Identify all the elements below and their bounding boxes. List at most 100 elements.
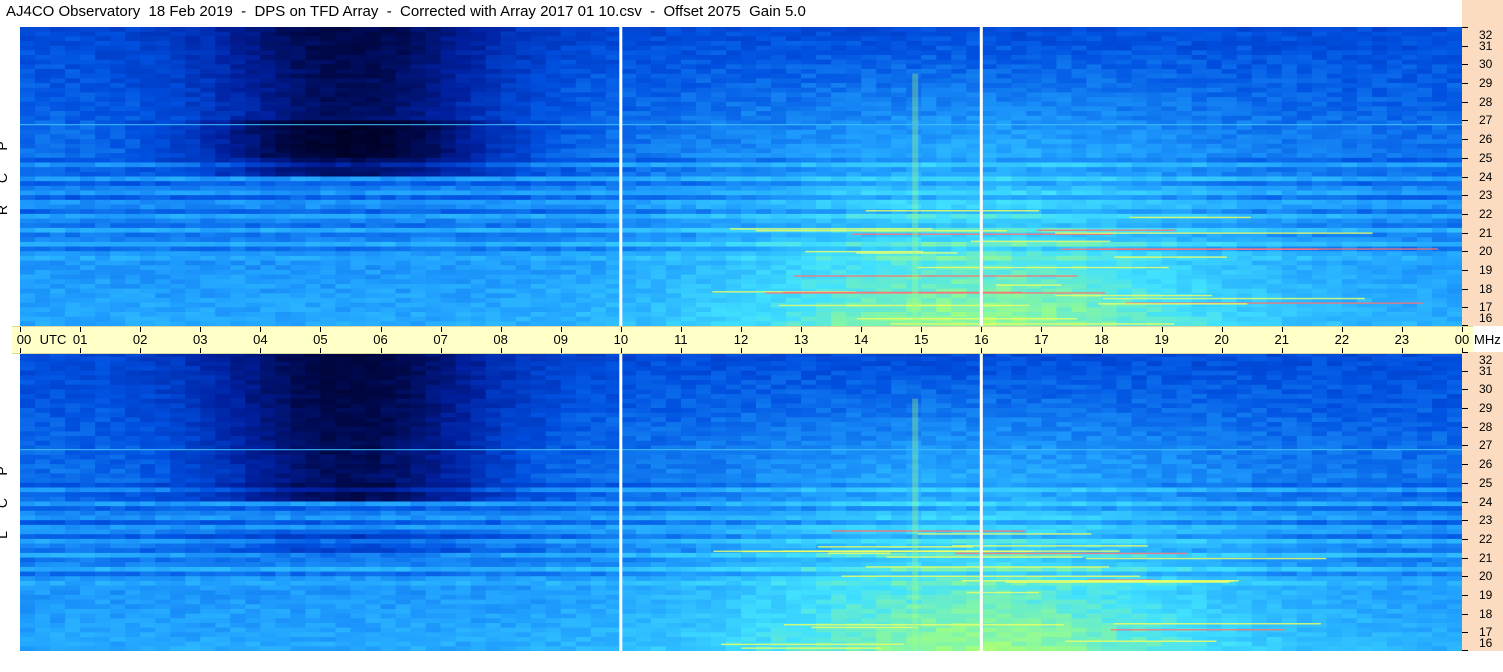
spectrogram-cell (1371, 50, 1388, 56)
spectrogram-cell (530, 83, 547, 89)
spectrogram-cell (1251, 50, 1268, 56)
spectrogram-cell (1416, 209, 1433, 215)
spectrogram-cell (801, 64, 817, 70)
spectrogram-cell (20, 27, 36, 33)
spectrogram-cell (936, 176, 952, 182)
spectrogram-cell (500, 50, 517, 56)
spectrogram-cell (35, 134, 51, 140)
spectrogram-cell (20, 36, 36, 42)
spectrogram-cell (1131, 153, 1148, 159)
spectrogram-cell (1296, 241, 1313, 248)
spectrogram-cell (425, 97, 442, 103)
spectrogram-cell (1221, 157, 1238, 164)
spectrogram-cell (620, 106, 637, 112)
spectrogram-cell (185, 185, 201, 192)
spectrogram-cell (410, 64, 427, 70)
spectrogram-cell (635, 148, 652, 154)
spectrogram-cell (921, 218, 937, 224)
spectrogram-cell (425, 181, 442, 187)
spectrogram-cell (786, 87, 802, 93)
spectrogram-cell (1176, 125, 1193, 131)
spectrogram-cell (215, 157, 231, 164)
spectrogram-cell (605, 139, 622, 145)
spectrogram-cell (891, 27, 907, 33)
spectrogram-cell (1416, 157, 1433, 164)
spectrogram-cell (861, 209, 877, 215)
spectrogram-cell (936, 199, 952, 206)
spectrogram-cell (1296, 181, 1313, 187)
spectrogram-cell (771, 78, 787, 84)
spectrogram-cell (1221, 129, 1238, 136)
spectrogram-cell (590, 153, 607, 159)
spectrogram-cell (891, 45, 907, 51)
spectrogram-cell (1416, 190, 1433, 196)
spectrogram-cell (140, 73, 156, 79)
spectrogram-cell (1236, 199, 1253, 206)
spectrogram-cell (771, 251, 787, 257)
spectrogram-cell (1206, 69, 1223, 75)
spectrogram-cell (981, 73, 997, 79)
spectrogram-cell (981, 59, 997, 65)
spectrogram-cell (996, 36, 1012, 42)
spectrogram-cell (275, 36, 291, 42)
spectrogram-cell (680, 41, 697, 47)
spectrogram-cell (455, 115, 472, 122)
spectrogram-cell (395, 241, 412, 248)
spectrogram-cell (936, 87, 952, 93)
spectrogram-cell (695, 195, 712, 201)
spectrogram-cell (861, 73, 877, 79)
spectrogram-cell (260, 209, 276, 215)
spectrogram-cell (1431, 185, 1448, 192)
spectrogram-cell (1011, 69, 1027, 75)
spectrogram-cell (1116, 190, 1133, 196)
spectrogram-cell (756, 204, 772, 210)
spectrogram-cell (650, 167, 667, 173)
spectrogram-cell (831, 237, 847, 243)
spectrogram-cell (1326, 59, 1343, 65)
spectrogram-cell (710, 83, 727, 89)
spectrogram-cell (981, 195, 997, 201)
spectrogram-cell (50, 125, 66, 131)
spectrogram-cell (981, 157, 997, 164)
spectrogram-cell (395, 213, 412, 220)
spectrogram-cell (1221, 106, 1238, 112)
spectrogram-cell (1221, 115, 1238, 122)
spectrogram-cell (260, 251, 276, 257)
spectrogram-cell (305, 115, 322, 122)
spectrogram-cell (65, 83, 81, 89)
spectrogram-cell (1416, 204, 1433, 210)
spectrogram-cell (1026, 199, 1043, 206)
spectrogram-cell (1431, 59, 1448, 65)
spectrogram-cell (650, 101, 667, 108)
spectrogram-cell (741, 162, 757, 168)
spectrogram-cell (335, 162, 352, 168)
spectrogram-cell (951, 64, 967, 70)
spectrogram-cell (891, 134, 907, 140)
spectrogram-cell (245, 213, 261, 220)
spectrogram-cell (1146, 55, 1163, 61)
spectrogram-cell (200, 83, 216, 89)
spectrogram-cell (260, 83, 276, 89)
spectrogram-cell (50, 232, 66, 238)
spectrogram-cell (891, 41, 907, 47)
spectrogram-cell (1356, 55, 1373, 61)
spectrogram-cell (756, 213, 772, 220)
spectrogram-cell (1056, 143, 1073, 150)
spectrogram-cell (110, 73, 126, 79)
spectrogram-cell (380, 255, 397, 262)
spectrogram-cell (65, 59, 81, 65)
spectrogram-cell (20, 134, 36, 140)
spectrogram-cell (1161, 237, 1178, 243)
spectrogram-cell (65, 69, 81, 75)
spectrogram-cell (981, 41, 997, 47)
spectrogram-cell (1311, 237, 1328, 243)
spectrogram-cell (1206, 73, 1223, 79)
spectrogram-cell (801, 139, 817, 145)
spectrogram-cell (1161, 45, 1178, 51)
spectrogram-cell (1356, 195, 1373, 201)
spectrogram-cell (936, 83, 952, 89)
spectrogram-cell (545, 255, 562, 262)
spectrogram-cell (170, 143, 186, 150)
spectrogram-cell (95, 64, 111, 70)
spectrogram-cell (1266, 83, 1283, 89)
